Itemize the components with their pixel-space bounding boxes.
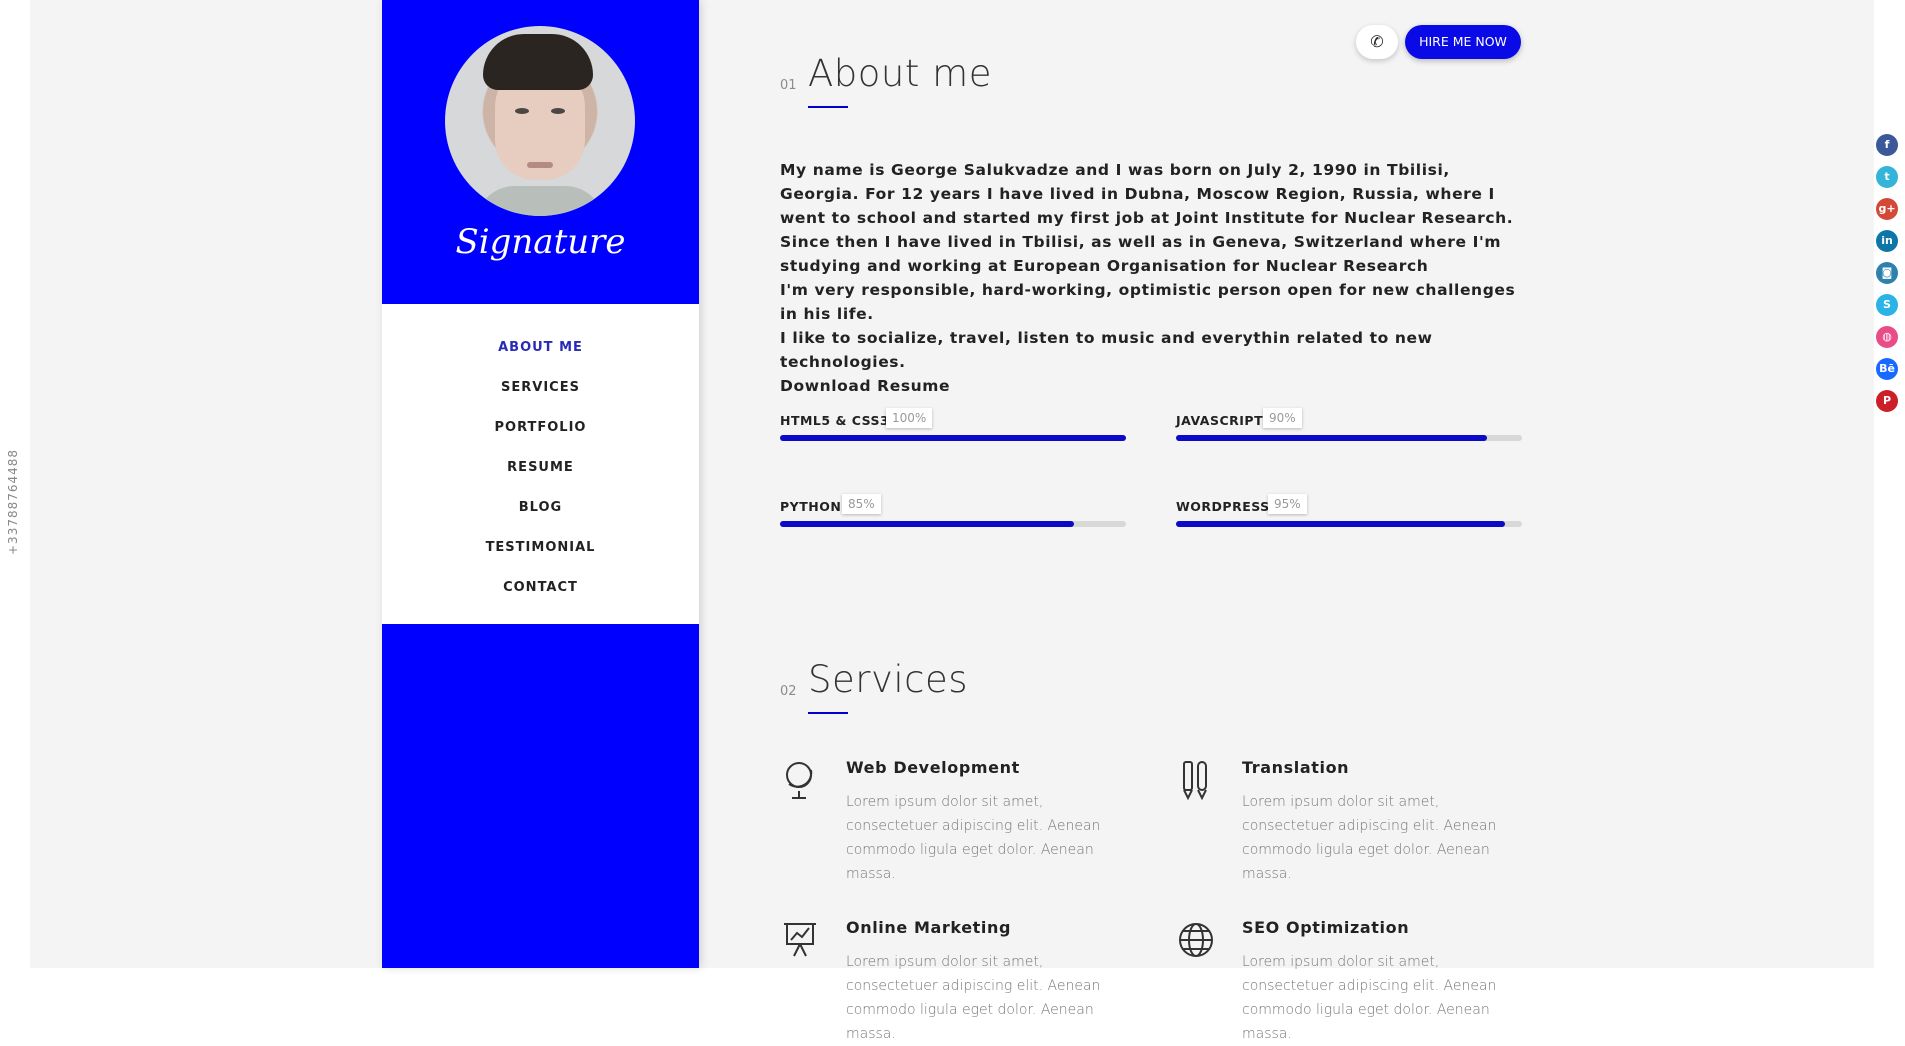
nav-item-portfolio[interactable]: PORTFOLIO (382, 412, 699, 452)
download-resume-link[interactable]: Download Resume (780, 374, 1520, 398)
skill-percent: 90% (1263, 408, 1302, 428)
bio-paragraph: I like to socialize, travel, listen to m… (780, 329, 1433, 371)
section-underline-about (808, 106, 848, 108)
nav-item-contact[interactable]: CONTACT (382, 572, 699, 612)
skill-name: HTML5 & CSS3 (780, 413, 890, 428)
skill-percent: 95% (1268, 494, 1307, 514)
nav-item-blog[interactable]: BLOG (382, 492, 699, 532)
hire-me-button[interactable]: HIRE ME NOW (1405, 25, 1521, 59)
pinterest-icon[interactable]: P (1876, 390, 1898, 412)
section-title-about: About me (808, 52, 992, 95)
side-phone-number: +33788764488 (6, 448, 20, 555)
skill-bar-fill (780, 521, 1075, 527)
facebook-icon[interactable]: f (1876, 134, 1898, 156)
globe-stand-icon (780, 758, 820, 802)
service-title: Translation (1242, 758, 1350, 777)
section-number-about: 01 (780, 78, 797, 93)
bio-paragraph: My name is George Salukvadze and I was b… (780, 161, 1514, 227)
service-description: Lorem ipsum dolor sit amet, consectetuer… (1242, 794, 1497, 882)
signature: Signature (455, 222, 626, 262)
twitter-icon[interactable]: t (1876, 166, 1898, 188)
skill-percent: 100% (886, 408, 933, 428)
skill-bar (1176, 521, 1522, 527)
service-description: Lorem ipsum dolor sit amet, consectetuer… (1242, 954, 1497, 1042)
world-grid-icon (1176, 918, 1216, 962)
skill-bar (1176, 435, 1522, 441)
service-description: Lorem ipsum dolor sit amet, consectetuer… (846, 794, 1101, 882)
nav-item-resume[interactable]: RESUME (382, 452, 699, 492)
service-title: Web Development (846, 758, 1020, 777)
about-bio: My name is George Salukvadze and I was b… (780, 158, 1520, 398)
bio-paragraph: I'm very responsible, hard-working, opti… (780, 281, 1516, 323)
skype-icon[interactable]: S (1876, 294, 1898, 316)
service-description: Lorem ipsum dolor sit amet, consectetuer… (846, 954, 1101, 1042)
service-title: Online Marketing (846, 918, 1012, 937)
section-underline-services (808, 712, 848, 714)
skill-bar (780, 435, 1126, 441)
google-plus-icon[interactable]: g+ (1876, 198, 1898, 220)
nav-item-services[interactable]: SERVICES (382, 372, 699, 412)
skill-name: PYTHON (780, 499, 842, 514)
service-title: SEO Optimization (1242, 918, 1410, 937)
linkedin-icon[interactable]: in (1876, 230, 1898, 252)
presentation-chart-icon (780, 918, 820, 962)
behance-icon[interactable]: Bē (1876, 358, 1898, 380)
skill-percent: 85% (842, 494, 881, 514)
skill-bar-fill (1176, 521, 1505, 527)
call-button[interactable]: ✆ (1356, 25, 1398, 59)
section-title-services: Services (808, 658, 969, 701)
instagram-icon[interactable]: ◙ (1876, 262, 1898, 284)
phone-icon: ✆ (1370, 32, 1384, 51)
skill-bar-fill (780, 435, 1126, 441)
sidebar: Signature ABOUT ME SERVICES PORTFOLIO RE… (382, 0, 699, 968)
skill-bar-fill (1176, 435, 1488, 441)
bio-paragraph: Since then I have lived in Tbilisi, as w… (780, 233, 1502, 275)
social-links: f t g+ in ◙ S ◍ Bē P (1876, 134, 1900, 422)
skill-name: JAVASCRIPT (1176, 413, 1264, 428)
avatar (445, 26, 635, 216)
dribbble-icon[interactable]: ◍ (1876, 326, 1898, 348)
section-number-services: 02 (780, 684, 797, 699)
main-nav: ABOUT ME SERVICES PORTFOLIO RESUME BLOG … (382, 304, 699, 624)
skill-bar (780, 521, 1126, 527)
skill-name: WORDPRESS (1176, 499, 1270, 514)
pens-icon (1176, 758, 1216, 802)
nav-item-testimonial[interactable]: TESTIMONIAL (382, 532, 699, 572)
nav-item-about-me[interactable]: ABOUT ME (382, 332, 699, 372)
